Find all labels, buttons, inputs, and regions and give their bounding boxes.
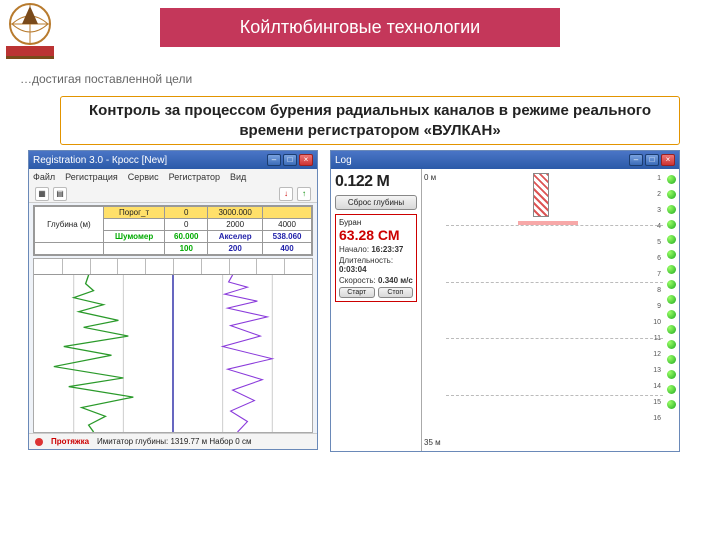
status-bar: Протяжка Имитатор глубины: 1319.77 м Наб… [29,433,317,449]
menu-service[interactable]: Сервис [128,172,159,182]
left-panel: 0.122 М Сброс глубины Буран 63.28 СМ Нач… [331,169,421,451]
status-dot-icon [35,438,43,446]
axis-num: 14 [653,383,661,390]
axis-num: 16 [653,415,661,422]
cell: 4000 [263,219,312,231]
axis-num: 13 [653,367,661,374]
log-window: Log – □ × 0.122 М Сброс глубины Буран 63… [330,150,680,452]
axis-num: 3 [657,207,661,214]
status-led-icon [667,400,676,409]
axis-num: 4 [657,223,661,230]
depth-axis-label: Глубина (м) [35,207,104,243]
stop-button[interactable]: Стоп [378,287,414,298]
axis-num: 6 [657,255,661,262]
axis-num: 10 [653,319,661,326]
tool-up-icon[interactable]: ↑ [297,187,311,201]
titlebar[interactable]: Log – □ × [331,151,679,169]
log-chart[interactable] [33,258,313,433]
menu-registration[interactable]: Регистрация [65,172,118,182]
status-led-icon [667,205,676,214]
cell: 200 [208,243,263,255]
tool-2[interactable]: ▤ [53,187,67,201]
axis-num: 11 [654,335,661,342]
titlebar[interactable]: Registration 3.0 - Кросс [New] – □ × [29,151,317,169]
close-button[interactable]: × [299,154,313,166]
status-led-icon [667,340,676,349]
cell: 0 [165,207,208,219]
axis-num: 8 [657,287,661,294]
window-title: Registration 3.0 - Кросс [New] [33,155,167,166]
window-title: Log [335,155,352,166]
menu-view[interactable]: Вид [230,172,246,182]
cell: 400 [263,243,312,255]
tool-down-icon[interactable]: ↓ [279,187,293,201]
drill-head-label: Буран [339,218,413,227]
company-logo [0,0,60,60]
status-led-icon [667,190,676,199]
val: 0:03:04 [339,265,367,274]
tool-1[interactable]: ▦ [35,187,49,201]
axis-num: 2 [657,191,661,198]
reset-depth-button[interactable]: Сброс глубины [335,195,417,210]
lbl: Длительность: [339,256,393,265]
cell: 0 [165,219,208,231]
status-led-icon [667,265,676,274]
pink-marker [518,221,578,225]
tagline: …достигая поставленной цели [20,72,192,86]
status-proto: Протяжка [51,437,89,446]
status-led-icon [667,385,676,394]
lbl: Скорость: [339,276,376,285]
subtitle: Контроль за процессом бурения радиальных… [60,96,680,145]
depth-readout: 0.122 М [335,173,417,191]
status-led-icon [667,175,676,184]
start-button[interactable]: Старт [339,287,375,298]
minimize-button[interactable]: – [267,154,281,166]
minimize-button[interactable]: – [629,154,643,166]
menu-file[interactable]: Файл [33,172,55,182]
registration-window: Registration 3.0 - Кросс [New] – □ × Фай… [28,150,318,450]
axis-num: 9 [657,303,661,310]
axis-num: 15 [653,399,661,406]
status-led-icon [667,235,676,244]
axis-num: 5 [657,239,661,246]
val: 0.340 м/с [378,276,413,285]
status-extra: Имитатор глубины: 1319.77 м Набор 0 см [97,437,251,446]
status-led-icon [667,310,676,319]
cell: 60.000 [165,231,208,243]
status-led-icon [667,370,676,379]
lbl: Начало: [339,245,369,254]
axis-num: 1 [657,175,661,182]
drill-value: 63.28 СМ [339,227,413,243]
aks-label: Акселер [208,231,263,243]
val: 16:23:37 [371,245,403,254]
menu-registrator[interactable]: Регистратор [169,172,220,182]
cell: 100 [165,243,208,255]
status-led-icon [667,325,676,334]
menu-bar: Файл Регистрация Сервис Регистратор Вид [29,169,317,185]
cell: 3000.000 [208,207,263,219]
status-led-icon [667,250,676,259]
maximize-button[interactable]: □ [283,154,297,166]
curve-header-table: Глубина (м) Порог_т 0 3000.000 0 2000 40… [33,205,313,256]
y-label-35: 35 м [424,438,441,447]
axis-num: 12 [653,351,661,358]
status-led-icon [667,280,676,289]
close-button[interactable]: × [661,154,675,166]
page-title-banner: Койлтюбинговые технологии [160,8,560,47]
status-led-icon [667,220,676,229]
led-column [663,169,679,451]
cell: 2000 [208,219,263,231]
drill-status-box: Буран 63.28 СМ Начало: 16:23:37 Длительн… [335,214,417,302]
toolbar: ▦ ▤ ↓ ↑ [29,185,317,203]
porog-label: Порог_т [103,207,165,219]
cell: 538.060 [263,231,312,243]
depth-track-chart[interactable]: 0 м 35 м 1 2 3 4 5 6 7 8 9 10 11 12 [421,169,663,451]
y-label-0: 0 м [424,173,436,182]
maximize-button[interactable]: □ [645,154,659,166]
status-led-icon [667,295,676,304]
shum-label: Шумомер [103,231,165,243]
status-led-icon [667,355,676,364]
axis-num: 7 [657,271,661,278]
drill-pipe-icon [533,173,549,217]
